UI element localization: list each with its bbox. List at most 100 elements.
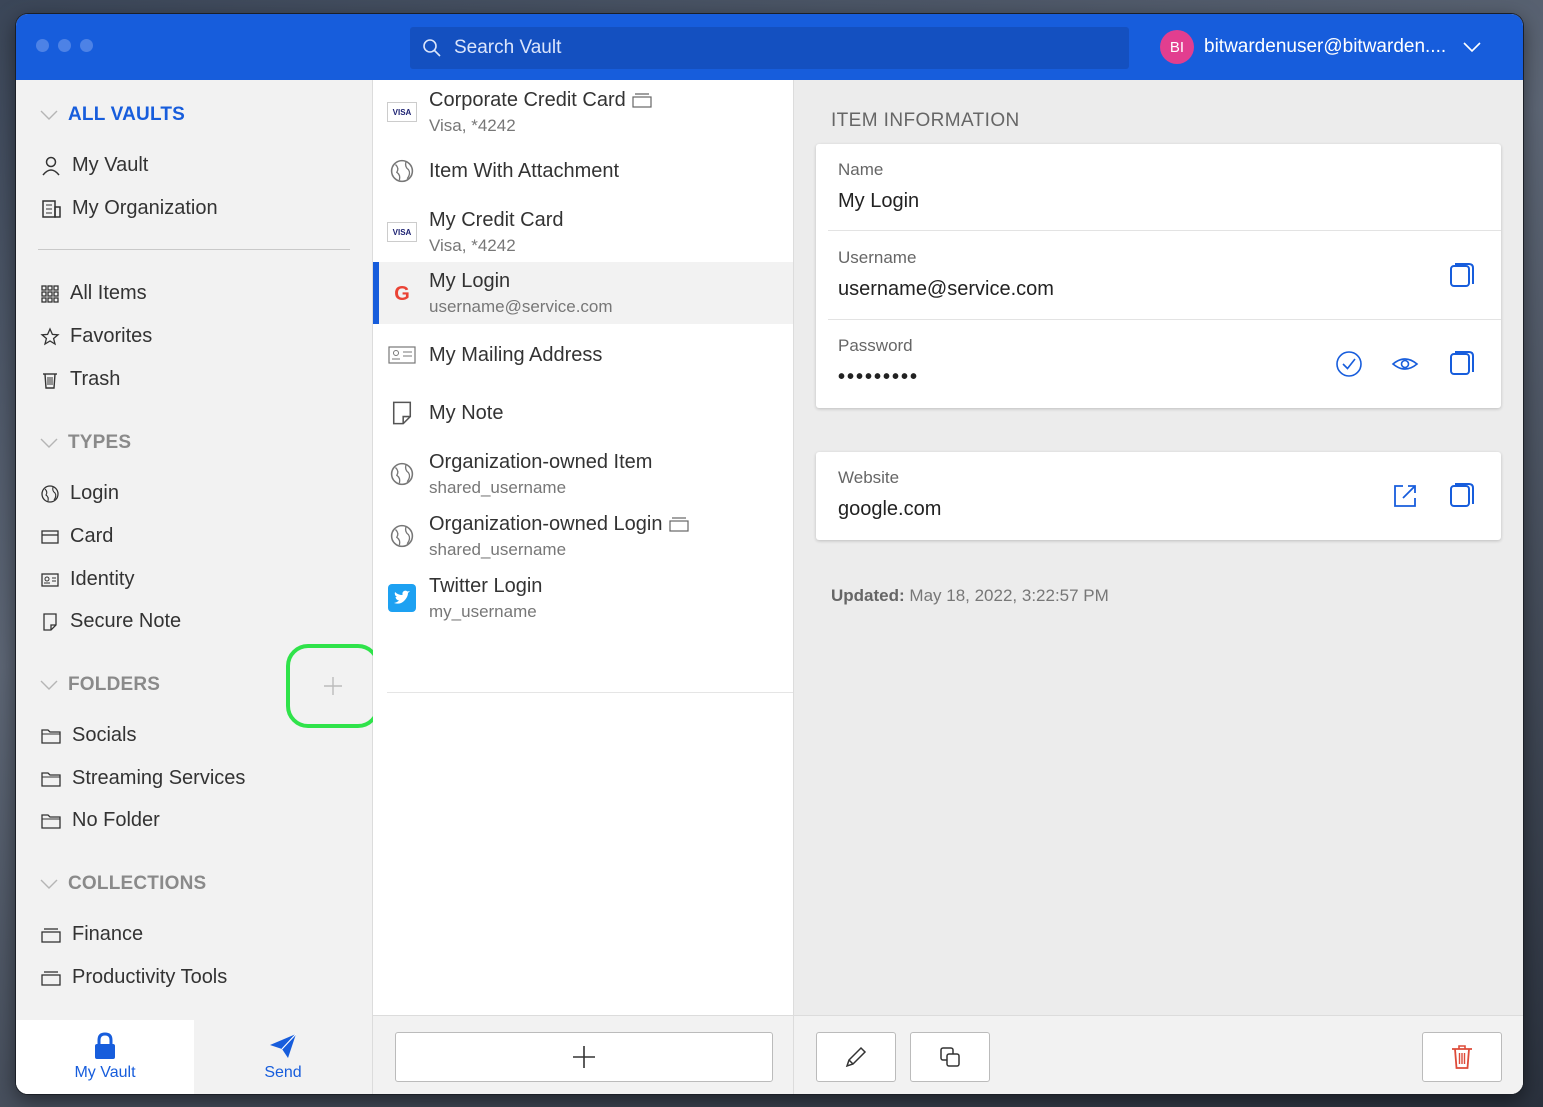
building-icon <box>42 199 61 218</box>
chevron-down-icon <box>40 680 58 690</box>
item-subtitle: username@service.com <box>429 296 613 316</box>
note-icon <box>392 401 412 425</box>
folder-icon <box>41 728 61 744</box>
visa-card-icon: VISA <box>387 102 417 122</box>
pencil-icon <box>845 1046 867 1068</box>
sidebar-item-folder-streaming-services[interactable]: Streaming Services <box>40 767 245 790</box>
sidebar-item-favorites[interactable]: Favorites <box>40 325 152 348</box>
sidebar-item-label: My Vault <box>72 154 149 176</box>
star-icon <box>40 326 60 345</box>
item-subtitle: shared_username <box>429 539 567 559</box>
sidebar-item-login[interactable]: Login <box>40 482 119 505</box>
grid-icon <box>41 284 59 303</box>
window-controls <box>36 39 93 52</box>
sidebar: ALL VAULTS My Vault My Organization All … <box>16 80 380 1094</box>
sidebar-item-identity[interactable]: Identity <box>40 568 134 591</box>
clone-button[interactable] <box>910 1032 990 1082</box>
field-divider <box>828 230 1501 231</box>
item-detail-pane: ITEM INFORMATION Name My Login Username … <box>794 80 1523 1094</box>
zoom-window-button[interactable] <box>80 39 93 52</box>
sidebar-item-trash[interactable]: Trash <box>40 368 120 391</box>
detail-footer <box>794 1015 1523 1094</box>
google-icon: G <box>394 283 410 305</box>
app-window: BI bitwardenuser@bitwarden.... ALL VAULT… <box>16 14 1523 1094</box>
sidebar-item-card[interactable]: Card <box>40 525 113 548</box>
item-info-card: Name My Login Username username@service.… <box>816 144 1501 408</box>
globe-icon <box>390 524 414 548</box>
copy-icon[interactable] <box>1447 482 1475 510</box>
sidebar-item-folder-socials[interactable]: Socials <box>40 724 136 747</box>
sidebar-item-label: Card <box>70 525 114 547</box>
list-item[interactable]: VISA Corporate Credit Card Visa, *4242 <box>387 86 793 138</box>
item-name: Organization-owned Login <box>429 512 663 535</box>
add-item-button[interactable] <box>395 1032 773 1082</box>
visa-card-icon: VISA <box>387 222 417 242</box>
username-value[interactable]: username@service.com <box>838 278 1054 301</box>
folders-header[interactable]: FOLDERS <box>40 674 160 696</box>
item-name: My Credit Card <box>429 208 564 231</box>
list-item[interactable]: My Note <box>387 396 793 430</box>
close-window-button[interactable] <box>36 39 49 52</box>
sidebar-item-all-items[interactable]: All Items <box>40 282 147 305</box>
collection-icon <box>41 970 61 986</box>
list-item-selected[interactable]: G My Login username@service.com <box>373 262 793 324</box>
types-header[interactable]: TYPES <box>40 432 131 454</box>
item-name: My Mailing Address <box>429 343 603 366</box>
sidebar-item-secure-note[interactable]: Secure Note <box>40 610 181 633</box>
sidebar-item-folder-no-folder[interactable]: No Folder <box>40 809 160 832</box>
website-value[interactable]: google.com <box>838 498 941 521</box>
minimize-window-button[interactable] <box>58 39 71 52</box>
website-actions <box>1391 482 1475 510</box>
eye-icon[interactable] <box>1391 350 1419 378</box>
trash-icon <box>43 372 57 389</box>
id-card-icon <box>388 346 416 364</box>
list-item[interactable]: Item With Attachment <box>387 154 793 188</box>
password-label: Password <box>838 336 913 355</box>
check-circle-icon[interactable] <box>1335 350 1363 378</box>
list-item[interactable]: VISA My Credit Card Visa, *4242 <box>387 206 793 258</box>
sidebar-item-label: Trash <box>70 368 121 390</box>
sidebar-item-collection-finance[interactable]: Finance <box>40 923 143 946</box>
password-value[interactable]: ••••••••• <box>838 366 919 389</box>
sidebar-divider <box>38 249 350 250</box>
username-label: Username <box>838 248 917 267</box>
list-item[interactable]: Organization-owned Login shared_username <box>387 510 793 562</box>
add-folder-button[interactable] <box>286 644 380 728</box>
sidebar-item-my-organization[interactable]: My Organization <box>40 197 218 220</box>
clone-icon <box>940 1047 960 1067</box>
vault-item-list: VISA Corporate Credit Card Visa, *4242 It… <box>373 80 794 1094</box>
list-item[interactable]: Organization-owned Item shared_username <box>387 448 793 500</box>
note-icon <box>43 612 57 631</box>
name-label: Name <box>838 160 884 179</box>
list-item[interactable]: Twitter Login my_username <box>387 572 793 624</box>
field-divider <box>828 319 1501 320</box>
search-input[interactable] <box>452 36 1096 60</box>
user-icon <box>42 156 60 175</box>
sidebar-item-label: Streaming Services <box>72 767 246 789</box>
copy-icon[interactable] <box>1447 262 1475 290</box>
copy-icon[interactable] <box>1447 350 1475 378</box>
chevron-down-icon <box>40 110 58 120</box>
sidebar-item-label: Identity <box>70 568 135 590</box>
all-vaults-label: ALL VAULTS <box>68 104 186 125</box>
tab-my-vault[interactable]: My Vault <box>16 1020 194 1094</box>
item-name: Item With Attachment <box>429 159 620 182</box>
bottom-nav: My Vault Send <box>16 1020 372 1094</box>
edit-button[interactable] <box>816 1032 896 1082</box>
collections-label: COLLECTIONS <box>68 873 207 894</box>
name-value[interactable]: My Login <box>838 190 919 213</box>
item-subtitle: Visa, *4242 <box>429 235 516 255</box>
external-link-icon[interactable] <box>1391 482 1419 510</box>
sidebar-item-my-vault[interactable]: My Vault <box>40 154 148 177</box>
delete-button[interactable] <box>1422 1032 1502 1082</box>
sidebar-item-collection-productivity-tools[interactable]: Productivity Tools <box>40 966 227 989</box>
account-switcher[interactable]: BI bitwardenuser@bitwarden.... <box>1160 30 1482 64</box>
all-vaults-header[interactable]: ALL VAULTS <box>40 104 185 126</box>
item-name: Twitter Login <box>429 574 543 597</box>
list-item[interactable]: My Mailing Address <box>387 338 793 372</box>
website-field: Website google.com <box>838 468 941 521</box>
globe-icon <box>390 462 414 486</box>
collections-header[interactable]: COLLECTIONS <box>40 873 206 895</box>
search-box[interactable] <box>410 27 1129 69</box>
tab-send[interactable]: Send <box>194 1020 372 1094</box>
